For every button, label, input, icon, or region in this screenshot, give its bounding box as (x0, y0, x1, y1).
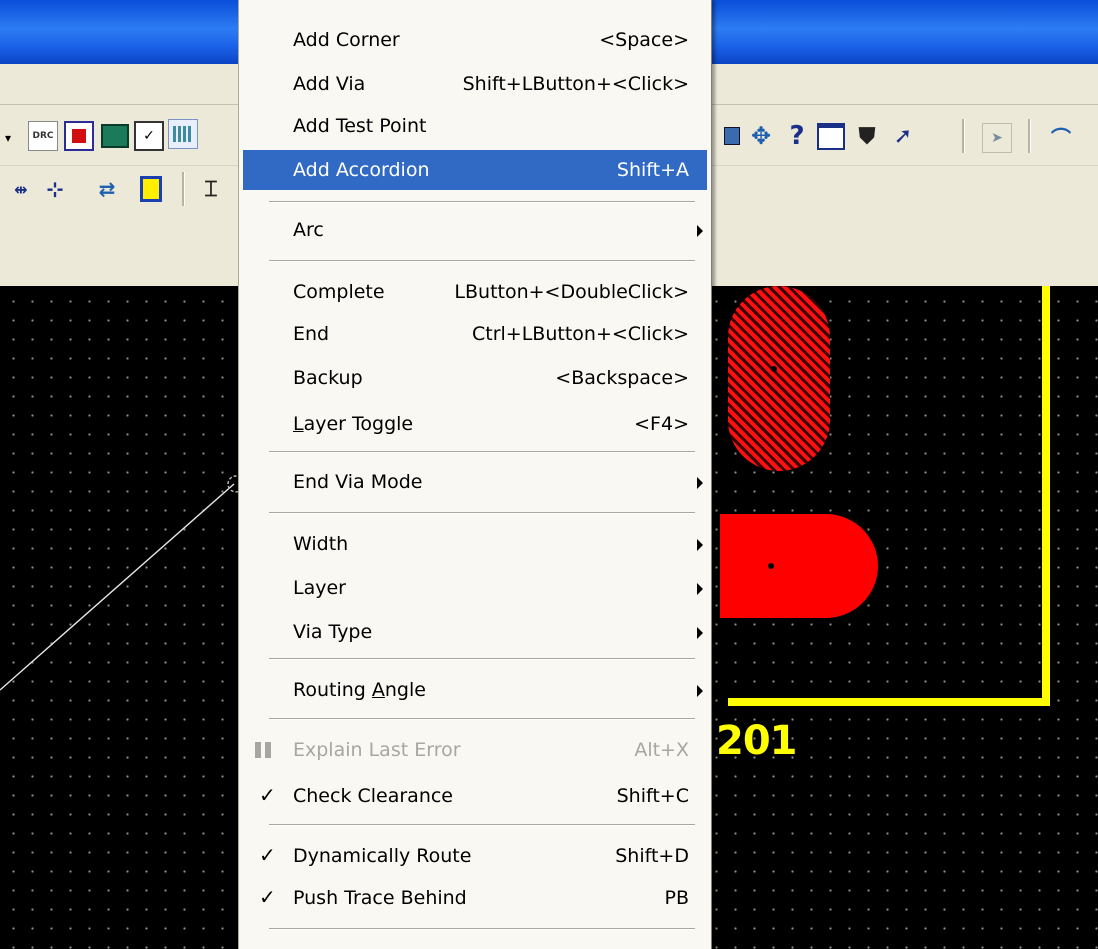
pad-vertical[interactable] (728, 286, 830, 471)
menu-item-label: Layer Toggle (293, 413, 413, 435)
measure-icon[interactable]: ⌶ (196, 174, 226, 204)
menu-item-layer[interactable]: Layer (243, 568, 707, 608)
tune-icon[interactable]: ⇹ (6, 174, 36, 204)
menu-item-label: Via Type (293, 621, 373, 643)
menu-item-shortcut: <Space> (599, 29, 689, 51)
menu-item-shortcut: Shift+LButton+<Click> (462, 73, 689, 95)
menu-separator (269, 824, 695, 826)
component-icon[interactable] (100, 121, 130, 151)
menu-item-add-accordion[interactable]: Add Accordion Shift+A (243, 150, 707, 190)
menu-separator (269, 512, 695, 514)
checkmark-icon: ✓ (259, 885, 276, 909)
menu-item-label: Routing Angle (293, 679, 426, 701)
menu-item-check-clearance[interactable]: ✓ Check Clearance Shift+C (243, 776, 707, 816)
help-icon[interactable]: ? (782, 121, 812, 151)
menu-item-label: Add Via (293, 73, 366, 95)
menu-item-complete[interactable]: Complete LButton+<DoubleClick> (243, 272, 707, 312)
grid-icon[interactable] (168, 119, 198, 149)
explain-error-icon (255, 742, 271, 758)
whats-this-icon[interactable]: ➚ (888, 121, 918, 151)
submenu-arrow-icon (697, 477, 703, 489)
menu-item-via-type[interactable]: Via Type (243, 612, 707, 652)
dropdown-arrow-icon[interactable]: ▾ (2, 123, 14, 153)
menu-item-label: Explain Last Error (293, 739, 461, 761)
menu-item-shortcut: Shift+D (615, 845, 689, 867)
document-check-icon[interactable]: ✓ (134, 121, 164, 151)
menu-item-routing-angle[interactable]: Routing Angle (243, 670, 707, 710)
menu-item-shortcut: <F4> (634, 413, 689, 435)
pad-center-dot (768, 563, 774, 569)
drc-filter-icon[interactable]: DRC (28, 121, 58, 151)
menu-item-add-via[interactable]: Add Via Shift+LButton+<Click> (243, 64, 707, 104)
label-pre: Routing (293, 679, 372, 701)
select-arrow-icon[interactable]: ➤ (982, 123, 1012, 153)
menu-separator (269, 658, 695, 660)
menu-separator (269, 201, 695, 203)
menu-item-add-corner[interactable]: Add Corner <Space> (243, 20, 707, 60)
pad-horizontal[interactable] (720, 514, 878, 618)
context-menu: Add Corner <Space> Add Via Shift+LButton… (238, 0, 712, 949)
submenu-arrow-icon (697, 685, 703, 697)
menu-item-label: Add Corner (293, 29, 400, 51)
label-rest: ngle (384, 679, 426, 701)
checkmark-icon: ✓ (259, 783, 276, 807)
menu-item-label: Backup (293, 367, 363, 389)
menu-item-backup[interactable]: Backup <Backspace> (243, 358, 707, 398)
component-small-icon[interactable] (722, 121, 742, 151)
menu-item-label: Push Trace Behind (293, 887, 467, 909)
menu-separator (269, 451, 695, 453)
mnemonic: A (371, 679, 385, 701)
reference-designator: 201 (716, 718, 797, 764)
move-icon[interactable]: ✥ (746, 121, 776, 151)
properties-icon[interactable]: ⛊ (852, 121, 882, 151)
menu-item-end-via-mode[interactable]: End Via Mode (243, 462, 707, 502)
menu-item-shortcut: Shift+C (616, 785, 689, 807)
menu-item-label: Check Clearance (293, 785, 453, 807)
submenu-arrow-icon (697, 627, 703, 639)
label-rest: ayer Toggle (303, 413, 414, 435)
menu-item-label: End (293, 323, 330, 345)
menu-item-width[interactable]: Width (243, 524, 707, 564)
board-outline-vertical (1042, 286, 1050, 706)
mnemonic: L (293, 413, 304, 435)
pad-center-dot (771, 366, 777, 372)
menu-item-shortcut: Shift+A (616, 159, 689, 181)
board-outline-horizontal (728, 698, 1050, 706)
checkmark-icon: ✓ (259, 843, 276, 867)
menu-item-label: Complete (293, 281, 385, 303)
menu-item-shortcut: Alt+X (634, 739, 689, 761)
menu-separator (269, 928, 695, 930)
submenu-arrow-icon (697, 583, 703, 595)
part-icon[interactable] (136, 174, 166, 204)
menu-item-explain-last-error: Explain Last Error Alt+X (243, 730, 707, 770)
menu-item-label: End Via Mode (293, 471, 423, 493)
swap-icon[interactable]: ⇄ (92, 174, 122, 204)
menu-item-shortcut: <Backspace> (555, 367, 689, 389)
menu-separator (269, 718, 695, 720)
menu-item-label: Arc (293, 219, 324, 241)
submenu-arrow-icon (697, 539, 703, 551)
menu-item-shortcut: LButton+<DoubleClick> (454, 281, 689, 303)
menu-item-dynamically-route[interactable]: ✓ Dynamically Route Shift+D (243, 836, 707, 876)
pause-icon[interactable] (64, 121, 94, 151)
menu-item-shortcut: PB (664, 887, 690, 909)
menu-item-label: Width (293, 533, 349, 555)
menu-item-add-test-point[interactable]: Add Test Point (243, 106, 707, 146)
submenu-arrow-icon (697, 225, 703, 237)
menu-item-shortcut: Ctrl+LButton+<Click> (472, 323, 689, 345)
routing-trace (0, 475, 240, 691)
insert-icon[interactable]: ⊹ (40, 174, 70, 204)
menu-item-label: Add Accordion (293, 159, 430, 181)
menu-separator (269, 260, 695, 262)
route-icon[interactable]: ⌒ (1046, 121, 1076, 151)
menu-item-push-trace-behind[interactable]: ✓ Push Trace Behind PB (243, 878, 707, 918)
window-icon[interactable] (816, 121, 846, 151)
menu-item-label: Layer (293, 577, 346, 599)
menu-item-label: Add Test Point (293, 115, 427, 137)
menu-item-label: Dynamically Route (293, 845, 472, 867)
menu-item-end[interactable]: End Ctrl+LButton+<Click> (243, 314, 707, 354)
menu-item-layer-toggle[interactable]: Layer Toggle <F4> (243, 404, 707, 444)
menu-item-arc[interactable]: Arc (243, 210, 707, 250)
